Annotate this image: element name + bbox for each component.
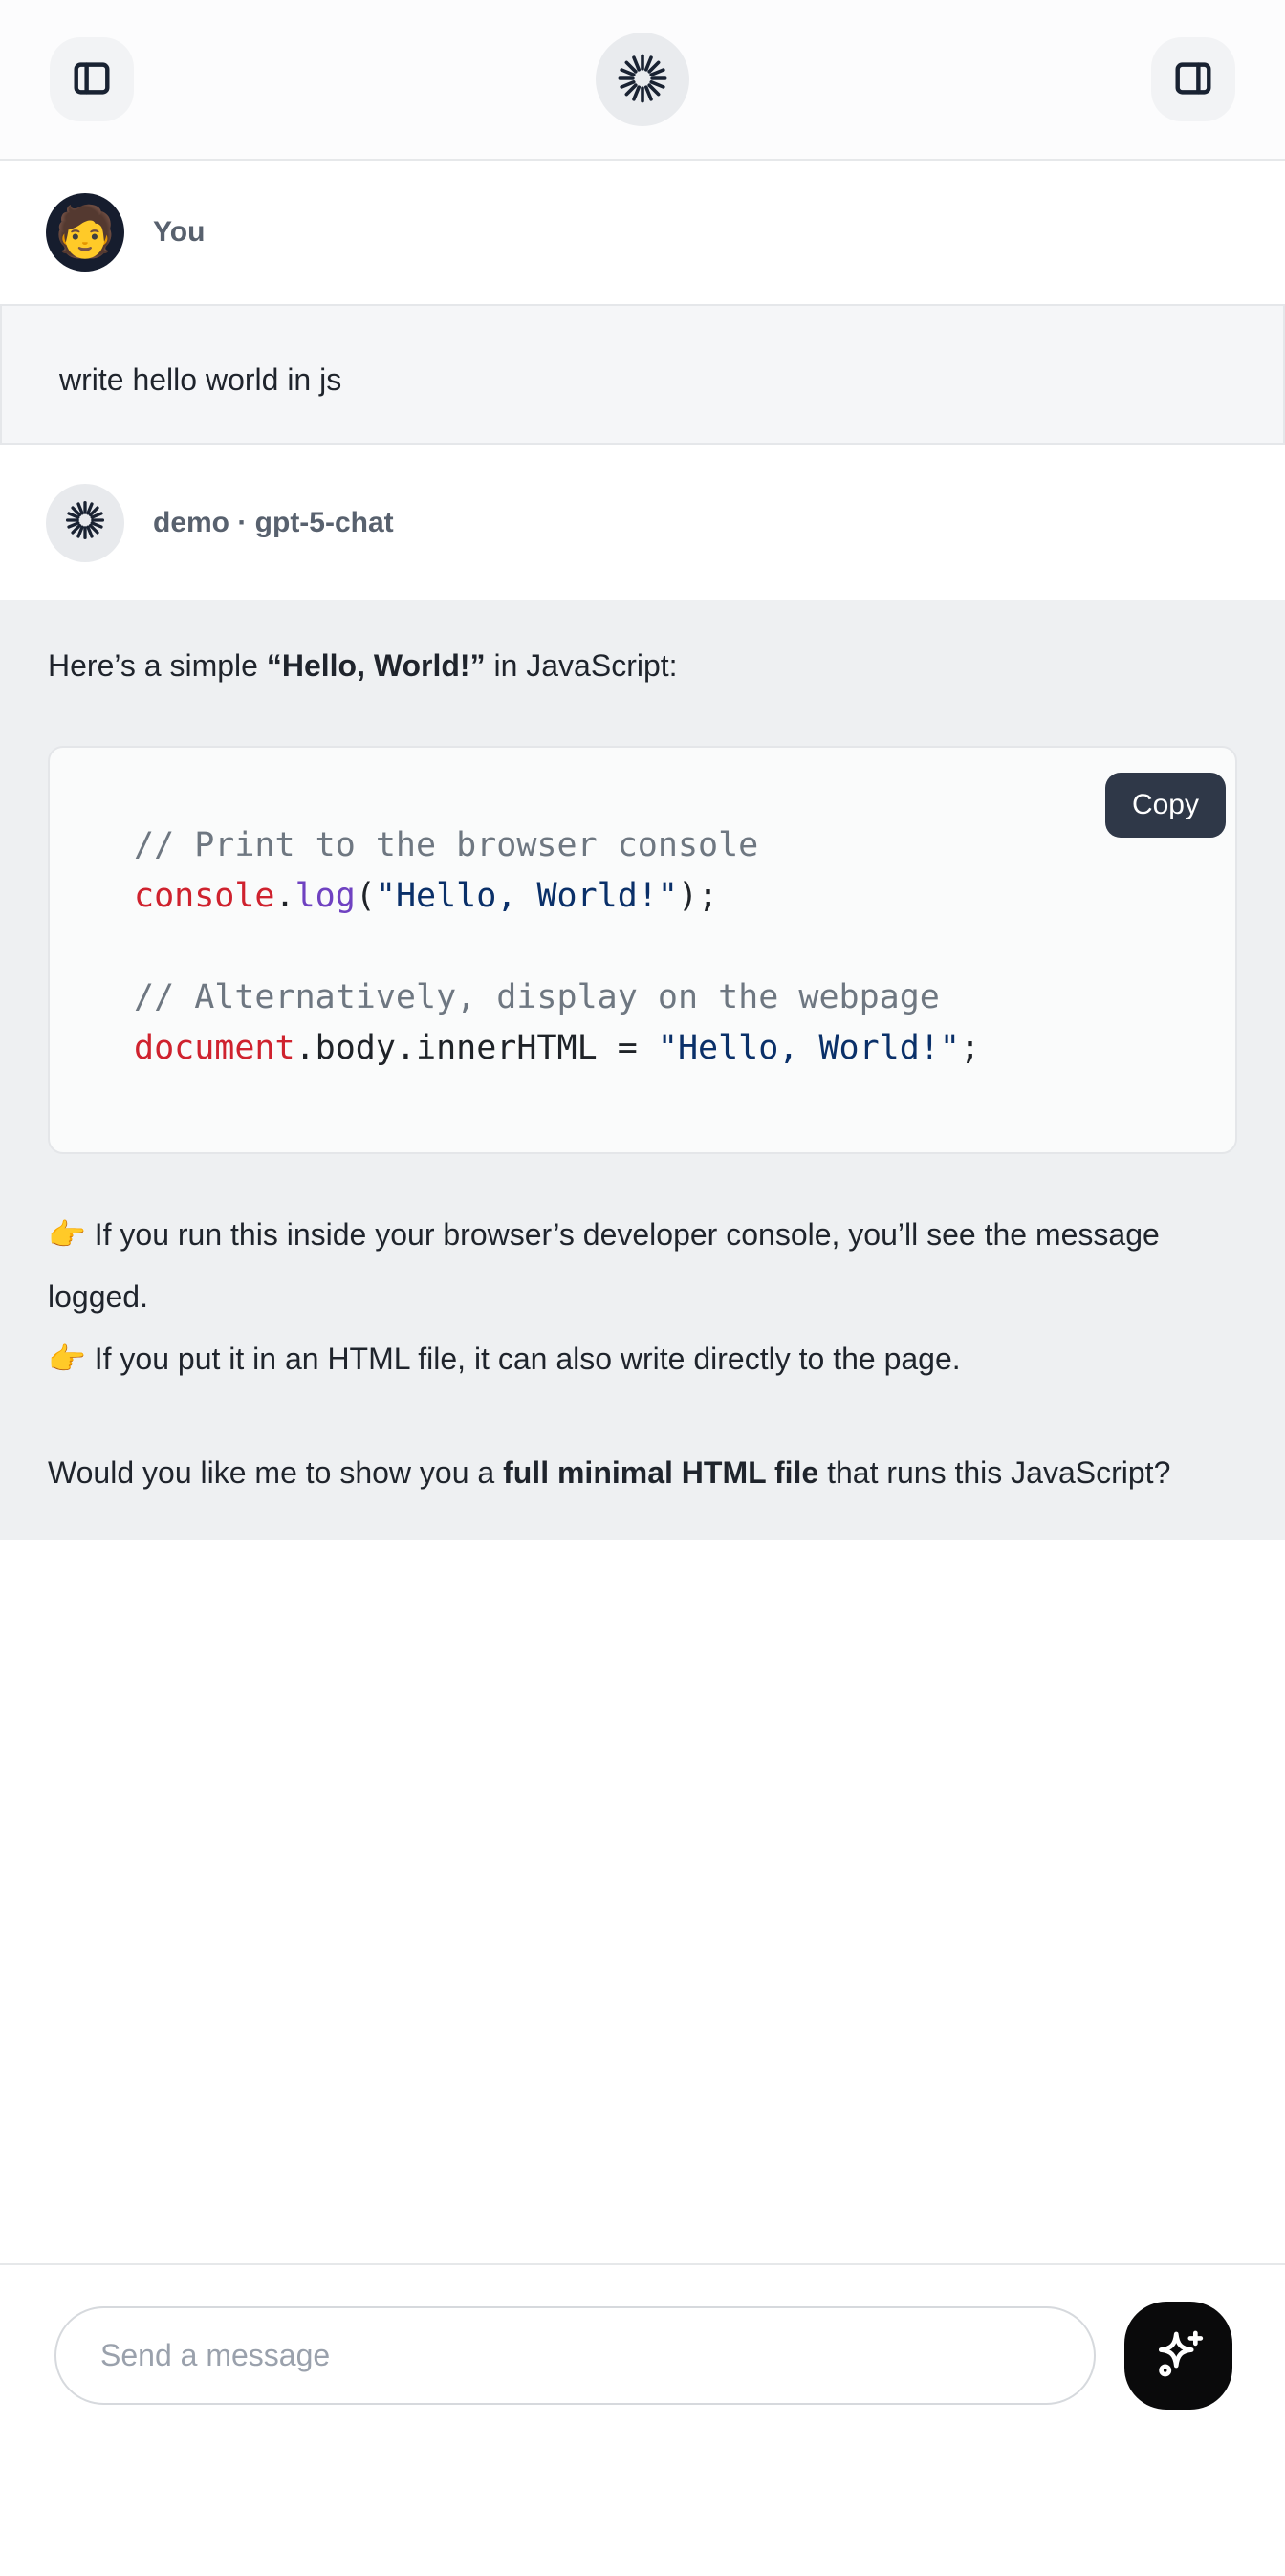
intro-prefix: Here’s a simple (48, 648, 267, 683)
question-suffix: that runs this JavaScript? (818, 1455, 1170, 1490)
sparkle-icon (1147, 2324, 1210, 2387)
panel-right-icon (1171, 56, 1215, 103)
code: // Print to the browser console console.… (134, 826, 980, 1067)
code-punct: ; (960, 1029, 980, 1067)
assistant-question: Would you like me to show you a full min… (48, 1442, 1237, 1504)
user-message-header: 🧑 You (0, 161, 1285, 304)
intro-bold: “Hello, World!” (267, 648, 486, 683)
user-message-text: write hello world in js (59, 362, 341, 398)
question-prefix: Would you like me to show you a (48, 1455, 503, 1490)
code-punct: ( (356, 877, 376, 915)
user-avatar-emoji: 🧑 (54, 207, 117, 257)
user-avatar: 🧑 (46, 193, 124, 272)
intro-suffix: in JavaScript: (486, 648, 678, 683)
code-string: "Hello, World!" (376, 877, 678, 915)
assistant-avatar (46, 484, 124, 562)
user-message: write hello world in js (0, 304, 1285, 445)
user-sender-label: You (153, 216, 205, 249)
code-string: "Hello, World!" (658, 1029, 960, 1067)
tip-line-2: 👉 If you put it in an HTML file, it can … (48, 1342, 961, 1376)
code-comment: // Print to the browser console (134, 826, 758, 864)
code-comment: // Alternatively, display on the webpage (134, 978, 940, 1016)
right-panel-toggle-button[interactable] (1151, 37, 1235, 121)
code-block: Copy // Print to the browser console con… (48, 746, 1237, 1154)
question-bold: full minimal HTML file (503, 1455, 818, 1490)
copy-button[interactable]: Copy (1105, 773, 1226, 838)
assistant-message-header: demo · gpt-5-chat (0, 445, 1285, 600)
composer-bar (0, 2263, 1285, 2445)
sidebar-toggle-button[interactable] (50, 37, 134, 121)
starburst-icon (617, 53, 668, 107)
code-content: // Print to the browser console console.… (50, 748, 1235, 1152)
assistant-message: Here’s a simple “Hello, World!” in JavaS… (0, 600, 1285, 1540)
assistant-intro: Here’s a simple “Hello, World!” in JavaS… (48, 635, 1237, 696)
code-object: document (134, 1029, 295, 1067)
assistant-tips: 👉 If you run this inside your browser’s … (48, 1204, 1237, 1390)
code-function: log (295, 877, 356, 915)
chat-empty-space (0, 1540, 1285, 2263)
code-punct: ); (678, 877, 718, 915)
code-punct: . (275, 877, 295, 915)
chat-app: 🧑 You write hello world in js (0, 0, 1285, 2576)
model-button[interactable] (596, 33, 689, 126)
code-property: .body.innerHTML (295, 1029, 598, 1067)
send-button[interactable] (1124, 2302, 1232, 2410)
assistant-model-label: demo · gpt-5-chat (153, 507, 394, 539)
message-input[interactable] (54, 2306, 1096, 2405)
header (0, 0, 1285, 161)
tip-line-1: 👉 If you run this inside your browser’s … (48, 1217, 1160, 1314)
code-operator: = (598, 1029, 658, 1067)
panel-left-icon (70, 56, 114, 103)
starburst-icon (65, 500, 105, 545)
code-object: console (134, 877, 275, 915)
